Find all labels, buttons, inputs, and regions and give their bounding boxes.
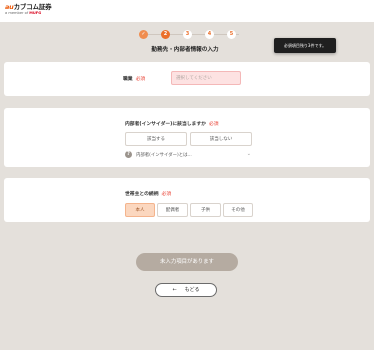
required-badge: 必須: [161, 192, 172, 197]
relation-label-text: 世帯主との続柄: [125, 192, 159, 197]
relation-other-button[interactable]: その他: [223, 203, 253, 217]
step-4: 4: [205, 30, 214, 39]
progress-stepper: ✓ 2 3 4 5: [139, 30, 239, 39]
occupation-label-text: 職業: [123, 77, 133, 82]
submit-button[interactable]: 未入力項目があります: [136, 253, 238, 271]
back-button[interactable]: ← もどる: [155, 283, 217, 297]
occupation-card: 職業 必須 選択してください: [4, 62, 370, 96]
chevron-down-icon: ⌄: [246, 151, 251, 157]
insider-yes-button[interactable]: 該当する: [125, 132, 187, 146]
header: auカブコム証券 a member of MUFG: [0, 0, 374, 22]
relation-child-button[interactable]: 子供: [190, 203, 221, 217]
insider-card: 内部者(インサイダー)に該当しますか 必須 該当する 該当しない ? 内部者(イン…: [4, 108, 370, 167]
insider-label-text: 内部者(インサイダー)に該当しますか: [125, 122, 206, 127]
required-badge: 必須: [135, 77, 146, 82]
page-title: 勤務先・内部者情報の入力: [151, 47, 219, 53]
question-icon: ?: [125, 151, 132, 158]
occupation-select[interactable]: 選択してください: [171, 71, 241, 85]
relation-card: 世帯主との続柄 必須 本人 配偶者 子供 その他: [4, 178, 370, 222]
required-remaining-toast: 必須項目残り3件です。: [274, 38, 336, 53]
brand-logo[interactable]: auカブコム証券 a member of MUFG: [5, 4, 52, 16]
page: auカブコム証券 a member of MUFG ✓ 2 3 4 5 勤務先・…: [0, 0, 374, 350]
logo-sub: a member of MUFG: [5, 10, 51, 16]
logo-sub-brand: MUFG: [29, 10, 42, 15]
insider-hint-text: 内部者(インサイダー)とは...: [136, 152, 192, 158]
step-2: 2: [161, 30, 170, 39]
required-badge: 必須: [208, 122, 219, 127]
back-label: もどる: [184, 287, 200, 293]
step-5: 5: [227, 30, 236, 39]
arrow-left-icon: ←: [172, 287, 177, 293]
relation-label: 世帯主との続柄 必須: [125, 190, 171, 197]
step-1-check-icon: ✓: [139, 30, 148, 39]
relation-self-button[interactable]: 本人: [125, 203, 155, 217]
occupation-label: 職業 必須: [123, 75, 145, 82]
insider-no-button[interactable]: 該当しない: [190, 132, 252, 146]
insider-label: 内部者(インサイダー)に該当しますか 必須: [125, 120, 219, 127]
insider-hint[interactable]: ? 内部者(インサイダー)とは... ⌄: [125, 151, 251, 159]
relation-spouse-button[interactable]: 配偶者: [157, 203, 188, 217]
step-3: 3: [183, 30, 192, 39]
logo-sub-prefix: a member of: [5, 10, 29, 15]
